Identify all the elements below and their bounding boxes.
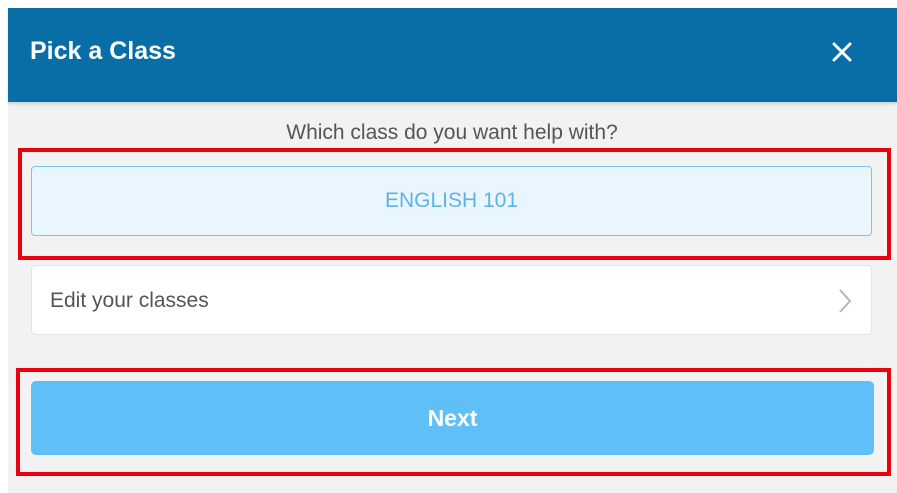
dialog-header: Pick a Class — [8, 8, 897, 102]
class-question: Which class do you want help with? — [286, 121, 618, 144]
highlight-box-next-button — [16, 368, 891, 476]
close-icon — [832, 42, 852, 62]
edit-classes-button[interactable]: Edit your classes — [31, 265, 872, 335]
dialog-title: Pick a Class — [30, 37, 176, 65]
chevron-right-icon — [839, 289, 852, 313]
close-button[interactable] — [820, 32, 864, 72]
highlight-box-class-option — [18, 148, 891, 260]
edit-classes-label: Edit your classes — [50, 289, 209, 312]
